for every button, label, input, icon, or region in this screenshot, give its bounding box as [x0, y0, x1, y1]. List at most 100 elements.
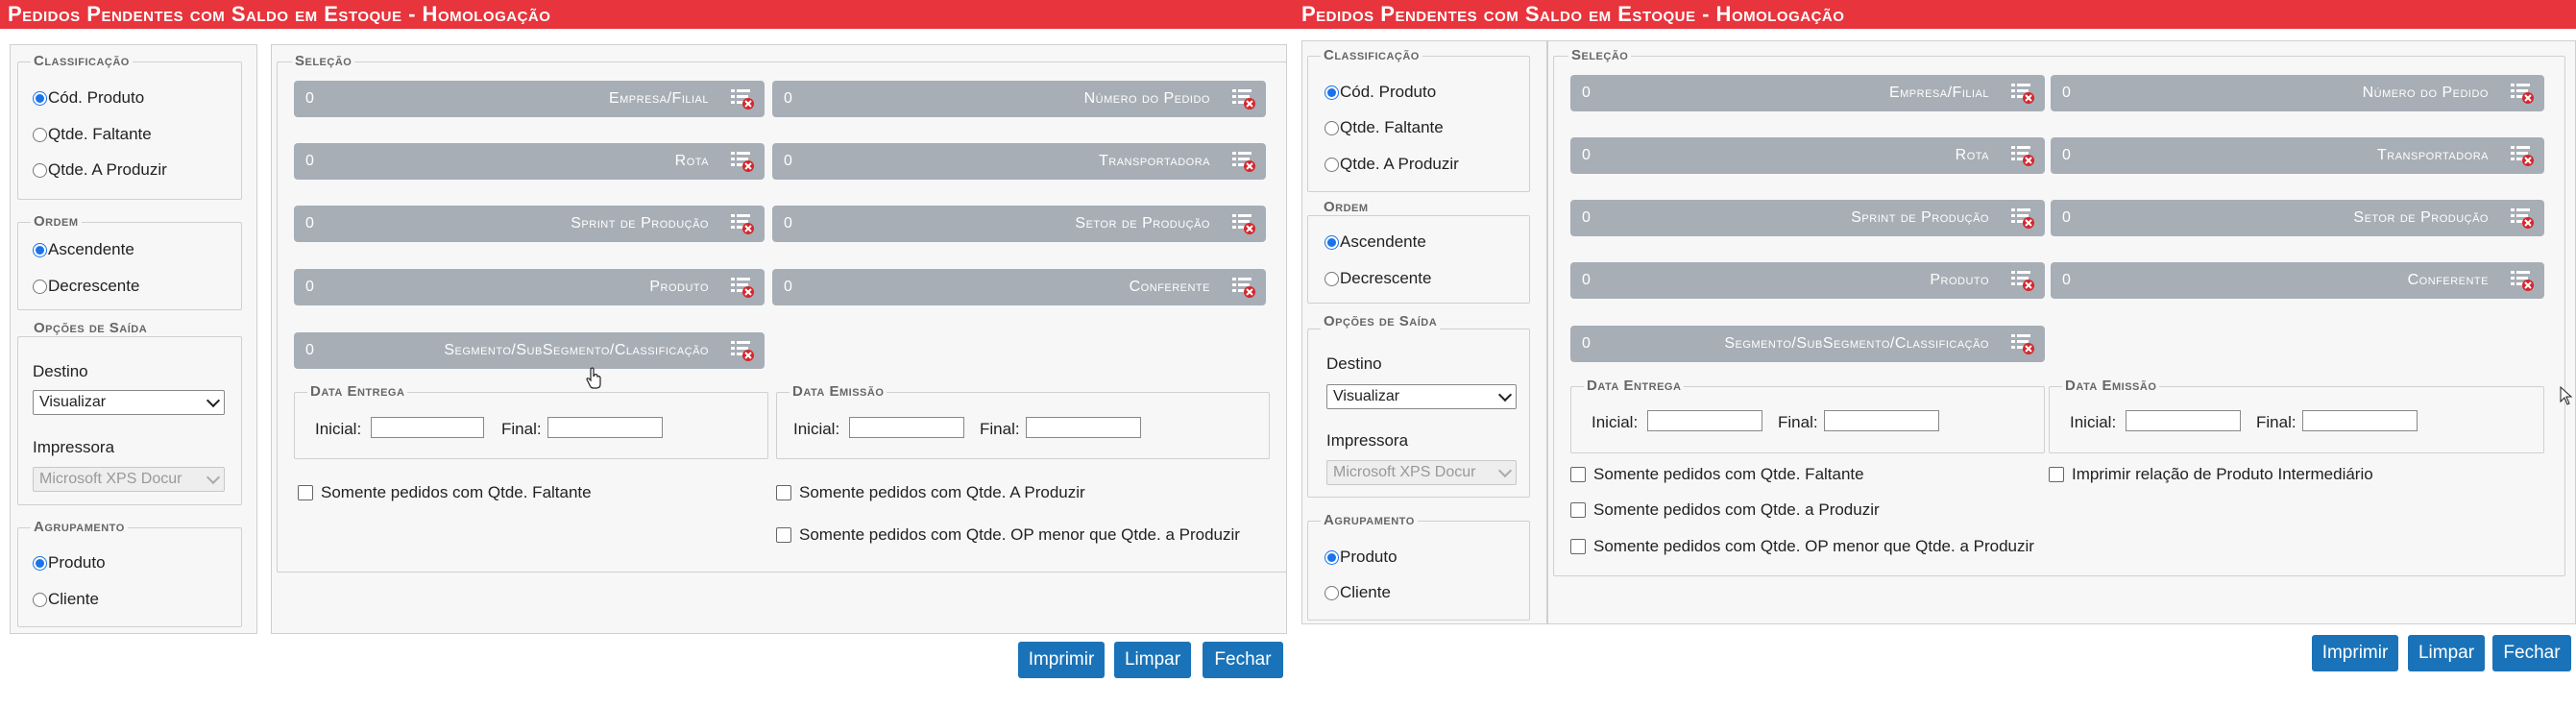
radio-cod-produto[interactable]: Cód. Produto	[33, 88, 144, 108]
filter-empresa-filial[interactable]: 0 Empresa/Filial	[1570, 75, 2045, 111]
list-clear-icon[interactable]	[730, 150, 755, 173]
list-clear-icon[interactable]	[730, 87, 755, 110]
radio-decrescente[interactable]: Decrescente	[33, 277, 139, 296]
checkbox-icon[interactable]	[298, 485, 313, 500]
check-qtde-a-produzir[interactable]: Somente pedidos com Qtde. A Produzir	[776, 483, 1085, 502]
data-emissao-inicial-input[interactable]	[849, 417, 964, 438]
radio-on-icon[interactable]	[33, 90, 47, 106]
list-clear-icon[interactable]	[730, 212, 755, 235]
filter-setor-producao[interactable]: 0 Setor de Produção	[2051, 200, 2544, 236]
limpar-button[interactable]: Limpar	[2408, 635, 2485, 671]
filter-numero-pedido[interactable]: 0 Número do Pedido	[772, 81, 1266, 117]
list-clear-icon[interactable]	[1231, 276, 1256, 299]
check-produto-intermediario[interactable]: Imprimir relação de Produto Intermediári…	[2049, 465, 2373, 484]
check-qtde-a-produzir[interactable]: Somente pedidos com Qtde. a Produzir	[1570, 500, 1880, 520]
list-clear-icon[interactable]	[1231, 150, 1256, 173]
list-clear-icon[interactable]	[2010, 144, 2035, 167]
list-clear-icon[interactable]	[2510, 207, 2535, 230]
filter-sprint-producao[interactable]: 0 Sprint de Produção	[294, 206, 765, 242]
list-clear-icon[interactable]	[1231, 87, 1256, 110]
radio-on-icon[interactable]	[1324, 85, 1339, 100]
radio-ascendente[interactable]: Ascendente	[33, 240, 134, 259]
data-entrega-inicial-input[interactable]	[371, 417, 484, 438]
radio-on-icon[interactable]	[1324, 549, 1339, 565]
hand-cursor-icon	[586, 367, 601, 389]
radio-off-icon[interactable]	[33, 592, 47, 607]
filter-numero-pedido[interactable]: 0 Número do Pedido	[2051, 75, 2544, 111]
radio-cliente[interactable]: Cliente	[33, 590, 99, 609]
list-clear-icon[interactable]	[1231, 212, 1256, 235]
filter-setor-producao[interactable]: 0 Setor de Produção	[772, 206, 1266, 242]
radio-qtde-faltante[interactable]: Qtde. Faltante	[1324, 118, 1444, 137]
imprimir-button[interactable]: Imprimir	[2312, 635, 2398, 671]
list-clear-icon[interactable]	[730, 276, 755, 299]
destino-select[interactable]: Visualizar	[1326, 384, 1517, 409]
data-emissao-final-input[interactable]	[2302, 410, 2418, 431]
checkbox-icon[interactable]	[2049, 467, 2064, 482]
list-clear-icon[interactable]	[2510, 82, 2535, 105]
radio-on-icon[interactable]	[1324, 234, 1339, 250]
filter-rota[interactable]: 0 Rota	[294, 143, 765, 180]
filter-segmento[interactable]: 0 Segmento/SubSegmento/Classificação	[294, 332, 765, 369]
radio-cliente[interactable]: Cliente	[1324, 583, 1391, 602]
filter-segmento[interactable]: 0 Segmento/SubSegmento/Classificação	[1570, 326, 2045, 362]
filter-conferente[interactable]: 0 Conferente	[2051, 262, 2544, 299]
checkbox-icon[interactable]	[1570, 467, 1586, 482]
list-clear-icon[interactable]	[2010, 207, 2035, 230]
limpar-button[interactable]: Limpar	[1114, 642, 1191, 678]
imprimir-button[interactable]: Imprimir	[1018, 642, 1105, 678]
filter-transportadora[interactable]: 0 Transportadora	[2051, 137, 2544, 174]
radio-off-icon[interactable]	[33, 127, 47, 142]
filter-sprint-producao[interactable]: 0 Sprint de Produção	[1570, 200, 2045, 236]
filter-produto[interactable]: 0 Produto	[294, 269, 765, 305]
radio-qtde-a-produzir[interactable]: Qtde. A Produzir	[1324, 155, 1459, 174]
destino-select[interactable]: Visualizar	[33, 390, 225, 415]
radio-ascendente[interactable]: Ascendente	[1324, 232, 1426, 252]
fechar-button[interactable]: Fechar	[2492, 635, 2571, 671]
filter-rota[interactable]: 0 Rota	[1570, 137, 2045, 174]
check-qtde-faltante[interactable]: Somente pedidos com Qtde. Faltante	[298, 483, 592, 502]
chevron-down-icon	[1497, 463, 1513, 478]
checkbox-icon[interactable]	[1570, 502, 1586, 518]
checkbox-icon[interactable]	[776, 485, 791, 500]
list-clear-icon[interactable]	[730, 339, 755, 362]
data-entrega-final-input[interactable]	[547, 417, 663, 438]
radio-off-icon[interactable]	[1324, 271, 1339, 286]
radio-cod-produto[interactable]: Cód. Produto	[1324, 83, 1436, 102]
radio-on-icon[interactable]	[33, 555, 47, 571]
checkbox-icon[interactable]	[1570, 539, 1586, 554]
radio-qtde-faltante[interactable]: Qtde. Faltante	[33, 125, 152, 144]
filter-transportadora[interactable]: 0 Transportadora	[772, 143, 1266, 180]
filter-produto[interactable]: 0 Produto	[1570, 262, 2045, 299]
data-entrega-final-input[interactable]	[1824, 410, 1939, 431]
radio-off-icon[interactable]	[33, 279, 47, 294]
data-entrega-inicial-input[interactable]	[1647, 410, 1762, 431]
list-clear-icon[interactable]	[2010, 332, 2035, 355]
radio-off-icon[interactable]	[33, 162, 47, 178]
filter-conferente[interactable]: 0 Conferente	[772, 269, 1266, 305]
impressora-select[interactable]: Microsoft XPS Docur	[1326, 460, 1517, 485]
check-op-menor[interactable]: Somente pedidos com Qtde. OP menor que Q…	[1570, 537, 2034, 556]
checkbox-icon[interactable]	[776, 527, 791, 543]
impressora-select[interactable]: Microsoft XPS Docur	[33, 467, 225, 492]
arrow-cursor-icon	[2560, 386, 2573, 405]
radio-decrescente[interactable]: Decrescente	[1324, 269, 1431, 288]
data-emissao-inicial-input[interactable]	[2126, 410, 2241, 431]
check-qtde-faltante[interactable]: Somente pedidos com Qtde. Faltante	[1570, 465, 1864, 484]
radio-qtde-a-produzir[interactable]: Qtde. A Produzir	[33, 160, 167, 180]
radio-on-icon[interactable]	[33, 242, 47, 257]
list-clear-icon[interactable]	[2510, 144, 2535, 167]
radio-off-icon[interactable]	[1324, 157, 1339, 172]
fechar-button[interactable]: Fechar	[1203, 642, 1283, 678]
radio-off-icon[interactable]	[1324, 585, 1339, 600]
check-op-menor[interactable]: Somente pedidos com Qtde. OP menor que Q…	[776, 525, 1240, 545]
list-clear-icon[interactable]	[2010, 82, 2035, 105]
list-clear-icon[interactable]	[2010, 269, 2035, 292]
list-clear-icon[interactable]	[2510, 269, 2535, 292]
data-emissao-final-input[interactable]	[1026, 417, 1141, 438]
filter-empresa-filial[interactable]: 0 Empresa/Filial	[294, 81, 765, 117]
data-emissao-legend: Data Emissão	[790, 383, 887, 400]
radio-produto[interactable]: Produto	[33, 553, 106, 573]
radio-off-icon[interactable]	[1324, 120, 1339, 135]
radio-produto[interactable]: Produto	[1324, 548, 1397, 567]
